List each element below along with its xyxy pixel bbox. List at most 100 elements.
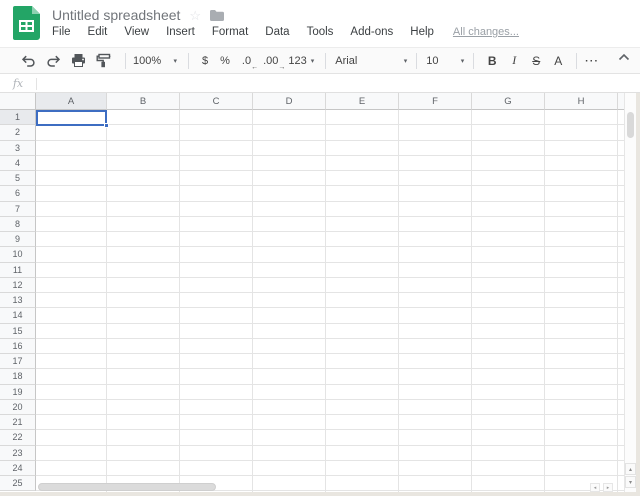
row-header-17[interactable]: 17	[0, 354, 36, 370]
sheet-row-1[interactable]	[36, 110, 626, 126]
row-header-21[interactable]: 21	[0, 415, 36, 431]
row-header-5[interactable]: 5	[0, 171, 36, 187]
redo-icon[interactable]	[43, 51, 63, 71]
font-family-select[interactable]: Arial ▾	[335, 55, 407, 67]
formula-input[interactable]	[37, 75, 640, 92]
menu-format[interactable]: Format	[212, 26, 248, 38]
bold-button[interactable]: B	[481, 54, 503, 68]
scroll-down-button[interactable]: ▾	[625, 476, 636, 488]
menu-view[interactable]: View	[124, 26, 149, 38]
row-header-22[interactable]: 22	[0, 430, 36, 446]
sheet-row-7[interactable]	[36, 202, 626, 217]
sheet-row-11[interactable]	[36, 263, 626, 278]
row-header-7[interactable]: 7	[0, 201, 36, 217]
sheet-row-16[interactable]	[36, 339, 626, 354]
column-header-C[interactable]: C	[180, 93, 253, 110]
row-header-18[interactable]: 18	[0, 369, 36, 385]
format-currency-button[interactable]: $	[202, 55, 208, 67]
column-header-G[interactable]: G	[472, 93, 545, 110]
fill-handle[interactable]	[104, 123, 109, 128]
scroll-right-button[interactable]: ▸	[603, 483, 613, 492]
print-icon[interactable]	[68, 51, 88, 71]
menu-tools[interactable]: Tools	[307, 26, 334, 38]
folder-icon[interactable]	[210, 9, 225, 21]
vertical-scrollbar-thumb[interactable]	[627, 112, 634, 138]
sheet-row-12[interactable]	[36, 278, 626, 293]
horizontal-scrollbar[interactable]: ◂ ▸	[36, 482, 624, 492]
sheet-row-4[interactable]	[36, 156, 626, 171]
row-header-20[interactable]: 20	[0, 399, 36, 415]
column-header-F[interactable]: F	[399, 93, 472, 110]
row-header-23[interactable]: 23	[0, 445, 36, 461]
row-header-15[interactable]: 15	[0, 323, 36, 339]
menu-file[interactable]: File	[52, 26, 71, 38]
sheet-row-9[interactable]	[36, 232, 626, 248]
number-format-select[interactable]: 123 ▾	[288, 55, 314, 67]
select-all-corner[interactable]	[0, 93, 36, 110]
row-header-14[interactable]: 14	[0, 308, 36, 324]
increase-decimal-button[interactable]: .00 →	[263, 55, 285, 71]
row-header-16[interactable]: 16	[0, 338, 36, 354]
sheet-row-15[interactable]	[36, 324, 626, 339]
column-header-B[interactable]: B	[107, 93, 180, 110]
scroll-left-button[interactable]: ◂	[590, 483, 600, 492]
sheet-row-3[interactable]	[36, 141, 626, 156]
row-header-25[interactable]: 25	[0, 476, 36, 492]
italic-button[interactable]: I	[503, 53, 525, 68]
sheet-row-23[interactable]	[36, 446, 626, 461]
column-header-H[interactable]: H	[545, 93, 618, 110]
menu-data[interactable]: Data	[265, 26, 289, 38]
format-percent-button[interactable]: %	[220, 55, 230, 67]
decrease-decimal-button[interactable]: .0 ←	[242, 55, 258, 71]
row-header-6[interactable]: 6	[0, 186, 36, 202]
sheet-row-6[interactable]	[36, 186, 626, 202]
star-icon[interactable]: ☆	[189, 9, 201, 22]
row-header-4[interactable]: 4	[0, 155, 36, 171]
sheets-logo-icon[interactable]	[13, 6, 40, 40]
sheet-row-17[interactable]	[36, 354, 626, 370]
strikethrough-button[interactable]: S	[525, 54, 547, 68]
row-header-19[interactable]: 19	[0, 384, 36, 400]
sheet-row-18[interactable]	[36, 369, 626, 385]
sheet-row-21[interactable]	[36, 415, 626, 431]
font-size-select[interactable]: 10 ▾	[426, 55, 464, 67]
column-header-A[interactable]: A	[36, 93, 107, 110]
undo-icon[interactable]	[18, 51, 38, 71]
scroll-up-button[interactable]: ▴	[625, 463, 636, 475]
sheet-row-19[interactable]	[36, 385, 626, 400]
row-header-2[interactable]: 2	[0, 125, 36, 141]
all-changes-status[interactable]: All changes...	[453, 26, 519, 38]
row-header-8[interactable]: 8	[0, 216, 36, 232]
sheet-row-20[interactable]	[36, 400, 626, 415]
row-header-10[interactable]: 10	[0, 247, 36, 263]
column-header-D[interactable]: D	[253, 93, 326, 110]
row-header-9[interactable]: 9	[0, 232, 36, 248]
row-header-24[interactable]: 24	[0, 460, 36, 476]
row-header-3[interactable]: 3	[0, 140, 36, 156]
more-button[interactable]: ⋯	[584, 52, 599, 69]
chevron-up-icon[interactable]	[618, 53, 630, 61]
zoom-select[interactable]: 100% ▾	[133, 55, 177, 67]
sheet-row-24[interactable]	[36, 461, 626, 476]
menu-add-ons[interactable]: Add-ons	[350, 26, 393, 38]
document-title[interactable]: Untitled spreadsheet	[52, 7, 180, 23]
menu-insert[interactable]: Insert	[166, 26, 195, 38]
row-header-1[interactable]: 1	[0, 110, 36, 126]
row-header-12[interactable]: 12	[0, 277, 36, 293]
vertical-scrollbar[interactable]: ▴ ▾	[624, 93, 636, 492]
sheet-row-8[interactable]	[36, 217, 626, 232]
sheet-area[interactable]	[36, 110, 626, 492]
selected-cell-A1[interactable]	[36, 110, 109, 128]
column-header-E[interactable]: E	[326, 93, 399, 110]
row-header-11[interactable]: 11	[0, 262, 36, 278]
sheet-row-13[interactable]	[36, 293, 626, 309]
menu-edit[interactable]: Edit	[88, 26, 108, 38]
horizontal-scrollbar-thumb[interactable]	[38, 483, 216, 491]
sheet-row-10[interactable]	[36, 247, 626, 263]
text-color-button[interactable]: A	[547, 54, 569, 68]
sheet-row-14[interactable]	[36, 308, 626, 324]
paint-format-icon[interactable]	[93, 51, 113, 71]
sheet-row-22[interactable]	[36, 430, 626, 446]
sheet-row-2[interactable]	[36, 125, 626, 141]
sheet-row-5[interactable]	[36, 171, 626, 187]
